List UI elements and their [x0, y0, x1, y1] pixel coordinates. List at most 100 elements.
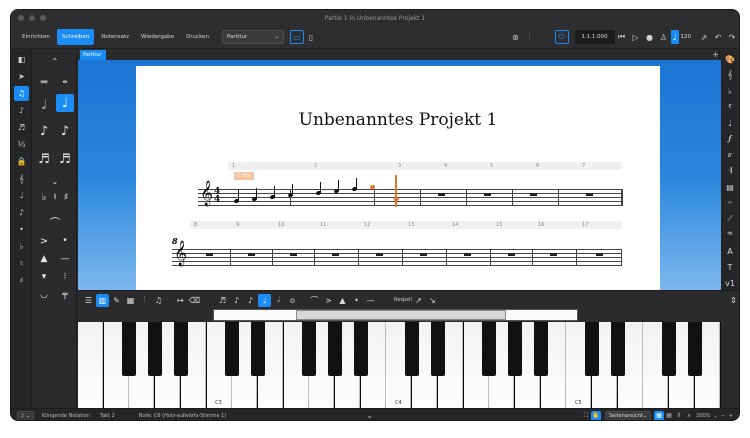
score-page[interactable]: Unbenanntes Projekt 1 1 2 3 4 5 6 7 C Du…	[136, 66, 660, 290]
marcato-input-icon[interactable]: ▲	[336, 294, 349, 307]
quarter-duration-icon[interactable]: ♩	[56, 94, 74, 112]
tab-partitur[interactable]: Partitur	[80, 50, 106, 60]
slur-icon[interactable]: ⌒	[46, 212, 64, 230]
tempo-display[interactable]: ♩ 120	[670, 30, 691, 44]
mixer-icon[interactable]: ⫶	[523, 30, 537, 44]
note-input-icon[interactable]: ♫	[14, 86, 29, 101]
eighth-alt-input-icon[interactable]: ♪	[244, 294, 257, 307]
staccato-input-icon[interactable]: •	[350, 294, 363, 307]
half-input-icon[interactable]: 𝅗𝅥	[272, 294, 285, 307]
key-panel-icon[interactable]: ♭	[722, 84, 738, 98]
video-icon[interactable]: ⊛	[509, 30, 523, 44]
piano-black-key[interactable]	[250, 322, 265, 376]
title-panel-icon[interactable]: T	[722, 260, 738, 274]
galley-view-icon[interactable]: ▭	[289, 30, 304, 44]
piano-black-key[interactable]	[302, 322, 317, 376]
chord-input-icon[interactable]: ♫	[152, 294, 165, 307]
respell-up-icon[interactable]: ↗	[412, 294, 425, 307]
chord-icon[interactable]: ♪	[14, 103, 29, 118]
play-icon[interactable]: ▷	[629, 30, 643, 44]
score-canvas[interactable]: Unbenanntes Projekt 1 1 2 3 4 5 6 7 C Du…	[78, 60, 721, 290]
mode-schreiben[interactable]: Schreiben	[56, 29, 95, 45]
holds-panel-icon[interactable]: 𝄐	[722, 196, 738, 210]
close-icon[interactable]	[18, 15, 24, 21]
pedal-panel-icon[interactable]: 𝆮	[722, 228, 738, 242]
chords-panel-icon[interactable]: ▤	[722, 180, 738, 194]
tempo-panel-icon[interactable]: ♩	[722, 116, 738, 130]
page-view-icon[interactable]: ▯	[304, 30, 318, 44]
piano-keyboard[interactable]: C3 C4 C5	[78, 322, 721, 409]
undo-icon[interactable]: ↶	[711, 30, 725, 44]
whole-input-icon[interactable]: o	[286, 294, 299, 307]
staccatissimo-icon[interactable]: ▾	[35, 268, 53, 286]
respell-down-icon[interactable]: ↘	[426, 294, 439, 307]
skip-icon[interactable]: ↦	[174, 294, 187, 307]
chevron-up-icon[interactable]: ⌃	[46, 52, 64, 70]
piano-black-key[interactable]	[430, 322, 445, 376]
repeat-panel-icon[interactable]: 𝄇	[722, 164, 738, 178]
piano-white-key[interactable]	[78, 322, 103, 409]
sixteenth-note-icon[interactable]: ♬	[35, 150, 53, 168]
minimize-icon[interactable]	[29, 15, 35, 21]
zoom-in-icon[interactable]: +	[729, 413, 733, 419]
spread-icon[interactable]: ▦	[654, 410, 665, 420]
sixteenth-input-icon[interactable]: ♬	[216, 294, 229, 307]
note-type-select[interactable]: ♪ ⌄	[17, 410, 34, 420]
fit-icon[interactable]: ⛶	[581, 411, 591, 421]
piano-black-key[interactable]	[353, 322, 368, 376]
key-signature-label[interactable]: C Dur	[234, 172, 255, 180]
slur-input-icon[interactable]: ⌒	[308, 294, 321, 307]
piano-black-key[interactable]	[173, 322, 188, 376]
force-icon[interactable]: ♮	[14, 256, 29, 271]
whole-note-icon[interactable]: 𝅝	[56, 70, 74, 88]
verse-panel-icon[interactable]: v1	[722, 276, 738, 290]
vertical-icon[interactable]: ⇳	[674, 411, 684, 421]
piano-black-key[interactable]	[482, 322, 497, 376]
slur-tool-icon[interactable]: ♩	[14, 188, 29, 203]
lock-icon[interactable]: 🔒	[14, 154, 29, 169]
clef-icon[interactable]: 𝄞	[14, 171, 29, 186]
transport-position[interactable]: 1.1.1.000	[574, 30, 615, 44]
keyboard-icon[interactable]: ▥	[96, 293, 109, 307]
rewind-icon[interactable]: ⏮	[615, 30, 629, 44]
cue-icon[interactable]: ♯	[14, 273, 29, 288]
chevron-down-icon[interactable]: ⌄	[366, 411, 373, 420]
voice-icon[interactable]: ♭	[14, 239, 29, 254]
zoom-icon[interactable]	[40, 15, 46, 21]
mode-drucken[interactable]: Drucken	[181, 29, 214, 45]
accent-icon[interactable]: >	[35, 232, 53, 250]
time-panel-icon[interactable]: 𝄴	[722, 100, 738, 114]
redo-icon[interactable]: ↷	[725, 30, 739, 44]
accent-input-icon[interactable]: >	[322, 294, 335, 307]
piano-black-key[interactable]	[148, 322, 163, 376]
grid-icon[interactable]: ▦	[124, 294, 137, 307]
tuplet-icon[interactable]: ⅓	[14, 137, 29, 152]
fermata-icon[interactable]: ◡	[35, 286, 53, 304]
single-page-icon[interactable]: ▤	[664, 411, 674, 421]
eighth-alt-icon[interactable]: ♪	[56, 122, 74, 140]
view-select[interactable]: Seitenansicht ⌄	[604, 410, 652, 420]
window-controls[interactable]	[18, 15, 46, 21]
delete-icon[interactable]: ⌫	[188, 294, 201, 307]
tie-icon[interactable]: ♪	[14, 205, 29, 220]
staff-system-2[interactable]: 𝄞	[172, 241, 622, 266]
staccato-icon[interactable]: •	[56, 232, 74, 250]
breve-icon[interactable]: 𝅜	[35, 70, 53, 88]
piano-black-key[interactable]	[687, 322, 702, 376]
stress-icon[interactable]: ⁝	[56, 268, 74, 286]
piano-black-key[interactable]	[533, 322, 548, 376]
mode-einrichten[interactable]: Einrichten	[17, 29, 55, 45]
dynamics-panel-icon[interactable]: 𝆑	[722, 132, 738, 146]
marcato-icon[interactable]: ▲	[35, 250, 53, 268]
clef-panel-icon[interactable]: 𝄞	[722, 68, 738, 82]
sharp-icon[interactable]: ♯	[57, 188, 75, 206]
piano-black-key[interactable]	[405, 322, 420, 376]
palette-icon[interactable]: 🎨	[722, 52, 738, 66]
layout-select[interactable]: Partitur ⌄	[221, 30, 284, 44]
zoom-out-icon[interactable]: −	[721, 413, 725, 419]
add-tab-icon[interactable]: +	[712, 50, 719, 59]
mode-notensatz[interactable]: Notensatz	[96, 29, 134, 45]
chevron-down-icon[interactable]: ⌄	[713, 413, 717, 419]
text-panel-icon[interactable]: A	[722, 244, 738, 258]
select-panel-icon[interactable]: ◧	[14, 52, 29, 67]
